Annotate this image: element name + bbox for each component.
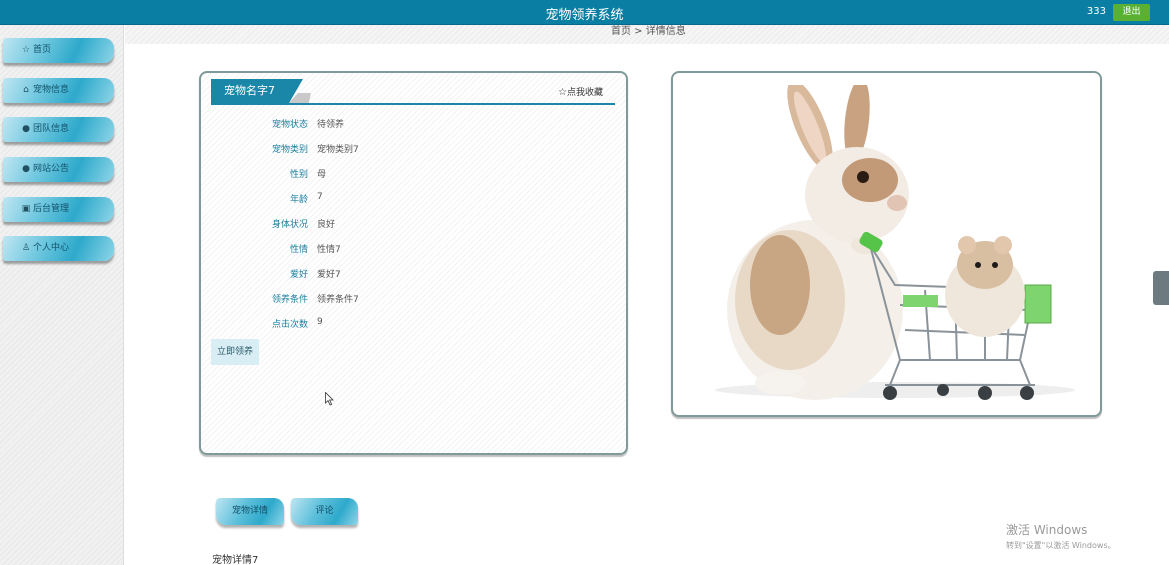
field-row: 宠物状态 待领养 <box>201 117 630 131</box>
pet-image-card <box>671 71 1102 417</box>
field-row: 性情 性情7 <box>201 242 630 256</box>
top-bar: 宠物领养系统 333 退出 <box>0 0 1169 25</box>
gift-icon: ▣ <box>21 204 31 214</box>
field-label: 年龄 <box>289 195 308 205</box>
pet-info-card: 宠物名字7 ☆点我收藏 宠物状态 待领养 宠物类别 宠物类别7 性别 母 年龄 … <box>199 71 628 455</box>
field-value: 性情7 <box>317 245 341 255</box>
tab-comments[interactable]: 评论 <box>291 498 358 525</box>
field-value: 领养条件7 <box>317 295 359 305</box>
breadcrumb-bar: 首页 > 详情信息 <box>125 25 1169 44</box>
field-label: 性情 <box>289 245 308 255</box>
field-label: 身体状况 <box>271 220 308 230</box>
windows-activation-watermark: 激活 Windows 转到"设置"以激活 Windows。 <box>1006 521 1116 551</box>
field-row: 身体状况 良好 <box>201 217 630 231</box>
adopt-button[interactable]: 立即领养 <box>211 339 259 365</box>
sidebar: ☆ 首页 ⌂ 宠物信息 ● 团队信息 ● 网站公告 ▣ 后台管理 ♙ 个人中心 <box>0 25 124 565</box>
sidebar-item-team-info[interactable]: ● 团队信息 <box>3 117 114 142</box>
field-row: 爱好 爱好7 <box>201 267 630 281</box>
username[interactable]: 333 <box>1087 6 1106 17</box>
field-row: 宠物类别 宠物类别7 <box>201 142 630 156</box>
tab-pet-detail[interactable]: 宠物详情 <box>216 498 284 525</box>
home-icon: ⌂ <box>23 85 29 95</box>
field-value: 7 <box>317 192 323 202</box>
user-icon: ♙ <box>21 243 31 253</box>
side-panel-toggle[interactable] <box>1153 271 1169 305</box>
field-value: 爱好7 <box>317 270 341 280</box>
field-row: 点击次数 9 <box>201 317 630 331</box>
field-row: 领养条件 领养条件7 <box>201 292 630 306</box>
sidebar-item-admin[interactable]: ▣ 后台管理 <box>3 197 114 222</box>
field-label: 宠物状态 <box>271 120 308 130</box>
watermark-title: 激活 Windows <box>1006 523 1088 537</box>
sidebar-item-label: 宠物信息 <box>33 85 70 95</box>
info-circle-icon: ● <box>22 124 30 134</box>
pet-photo[interactable] <box>685 85 1088 405</box>
field-row: 性别 母 <box>201 167 630 181</box>
field-label: 点击次数 <box>271 320 308 330</box>
pet-detail-content: 宠物详情7 <box>212 555 259 565</box>
sidebar-item-label: 首页 <box>33 45 52 55</box>
main-content: 首页 > 详情信息 宠物名字7 ☆点我收藏 宠物状态 待领养 宠物类别 宠物类别… <box>125 25 1169 565</box>
sidebar-item-label: 团队信息 <box>33 124 70 134</box>
field-value: 待领养 <box>317 120 345 130</box>
sidebar-item-pet-info[interactable]: ⌂ 宠物信息 <box>3 78 114 103</box>
field-label: 性别 <box>289 170 308 180</box>
sidebar-item-home[interactable]: ☆ 首页 <box>3 38 114 63</box>
star-icon: ☆ <box>21 45 31 55</box>
breadcrumb: 首页 > 详情信息 <box>611 26 686 37</box>
watermark-subtitle: 转到"设置"以激活 Windows。 <box>1006 541 1116 550</box>
question-circle-icon: ● <box>22 164 30 174</box>
field-value: 良好 <box>317 220 336 230</box>
field-value: 母 <box>317 170 327 180</box>
mouse-cursor-icon <box>325 392 334 406</box>
sidebar-item-user-center[interactable]: ♙ 个人中心 <box>3 236 114 261</box>
field-value: 9 <box>317 317 323 327</box>
card-header: 宠物名字7 ☆点我收藏 <box>211 79 615 105</box>
field-label: 领养条件 <box>271 295 308 305</box>
star-icon: ☆ <box>558 87 567 98</box>
sidebar-item-label: 网站公告 <box>33 164 70 174</box>
app-title: 宠物领养系统 <box>545 8 624 23</box>
field-value: 宠物类别7 <box>317 145 359 155</box>
sidebar-item-label: 个人中心 <box>33 243 70 253</box>
favorite-button[interactable]: ☆点我收藏 <box>558 85 603 98</box>
sidebar-item-label: 后台管理 <box>33 204 70 214</box>
field-label: 爱好 <box>289 270 308 280</box>
favorite-label: 点我收藏 <box>566 88 603 98</box>
logout-button[interactable]: 退出 <box>1113 4 1150 21</box>
field-label: 宠物类别 <box>271 145 308 155</box>
sidebar-item-announcements[interactable]: ● 网站公告 <box>3 157 114 182</box>
field-row: 年龄 7 <box>201 192 630 206</box>
